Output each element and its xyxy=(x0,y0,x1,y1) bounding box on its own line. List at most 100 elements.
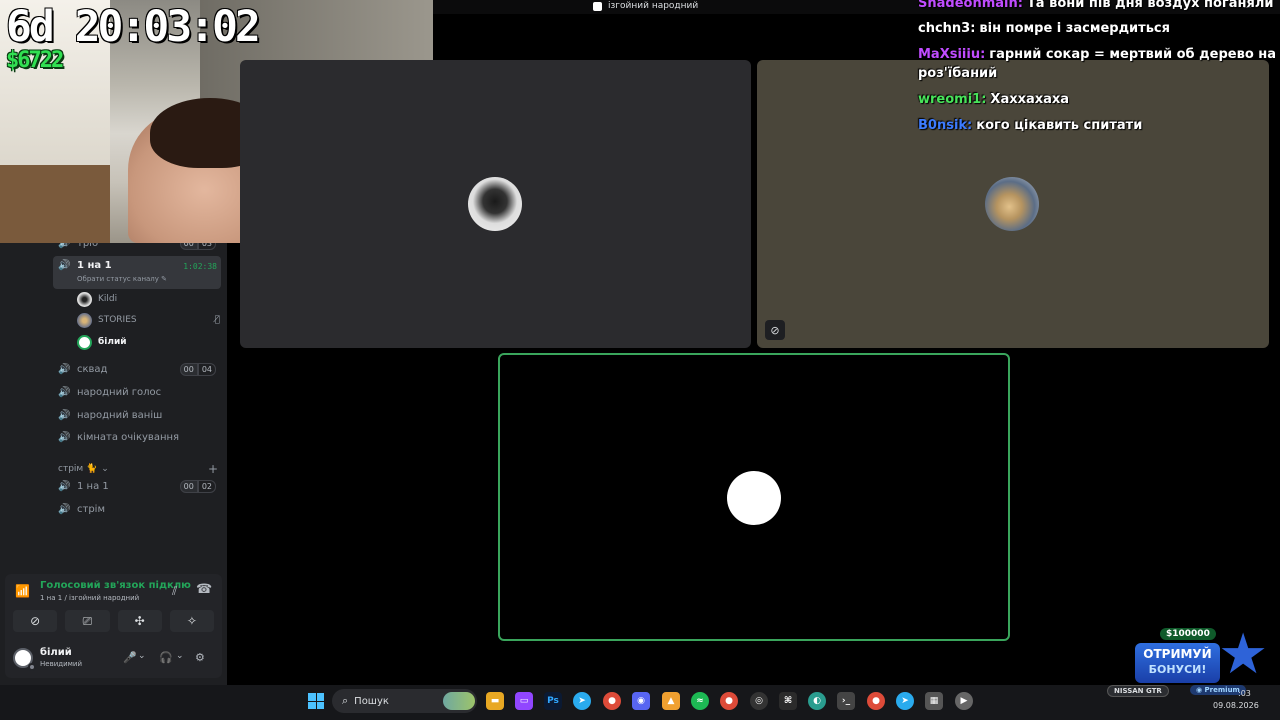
promo-line2: БОНУСИ! xyxy=(1148,663,1207,676)
channel-stream[interactable]: 🔊 стрім xyxy=(58,499,220,519)
speaker-icon: 🔊 xyxy=(58,386,71,398)
channel-narodnyi-vanish[interactable]: 🔊 народний ваніш xyxy=(58,405,220,425)
app-icon[interactable]: ⌘ xyxy=(779,692,797,710)
twitch-icon[interactable]: ▭ xyxy=(515,692,533,710)
bonus-promo-widget[interactable]: $100000 ОТРИМУЙ БОНУСИ! ★ xyxy=(1130,625,1275,685)
photoshop-icon[interactable]: Ps xyxy=(544,692,562,710)
calculator-icon[interactable]: ▦ xyxy=(925,692,943,710)
voice-member-bilyi[interactable]: білий xyxy=(77,333,220,351)
microphone-icon[interactable]: 🎤 xyxy=(123,651,137,664)
fl-studio-icon[interactable]: ▲ xyxy=(662,692,680,710)
channel-label: 1 на 1 xyxy=(77,480,109,492)
screen-share-button[interactable]: ⎚ xyxy=(65,610,110,632)
voice-location[interactable]: 1 на 1 / ізгойний народний xyxy=(40,594,139,602)
chrome-alt-icon[interactable]: ● xyxy=(867,692,885,710)
chat-text: роз'їбаний xyxy=(918,66,998,81)
chat-message: MaXsiiiu: гарний сокар = мертвий об дерев… xyxy=(918,46,1280,64)
speaker-icon: 🔊 xyxy=(58,363,71,375)
voice-member-kildi[interactable]: Kildi xyxy=(77,290,220,308)
voice-action-buttons: ⊘ ⎚ ✣ ✧ xyxy=(5,610,222,640)
count-b: 04 xyxy=(197,362,216,376)
search-icon: ⌕ xyxy=(342,694,349,707)
count-a: 00 xyxy=(179,479,198,493)
terminal-icon[interactable]: ›_ xyxy=(837,692,855,710)
channel-label: 1 на 1 xyxy=(77,260,112,271)
channel-1na1-active[interactable]: 🔊 1 на 1 1:02:38 Обрати статус каналу ✎ xyxy=(53,256,221,289)
channel-status-text: Обрати статус каналу xyxy=(77,275,159,283)
search-highlight-image xyxy=(443,692,475,710)
steam-icon[interactable]: ◎ xyxy=(750,692,768,710)
activities-button[interactable]: ✣ xyxy=(117,610,162,632)
stream-timer: 6d 20:03:02 xyxy=(6,2,261,52)
channel-label: народний ваніш xyxy=(77,409,163,421)
channel-waiting-room[interactable]: 🔊 кімната очікування xyxy=(58,427,220,447)
avatar xyxy=(77,291,92,307)
telegram-alt-icon[interactable]: ➤ xyxy=(896,692,914,710)
clock-date[interactable]: 09.08.2026 xyxy=(1213,701,1259,710)
speaker-icon: 🔊 xyxy=(58,409,71,421)
voice-member-stories[interactable]: STORIES 🎙̸ xyxy=(77,311,220,329)
user-panel: білий Невидимий 🎤 ⌄ 🎧 ⌄ ⚙ xyxy=(5,640,222,678)
taskbar-search[interactable]: ⌕ Пошук xyxy=(332,689,477,713)
speaker-icon: 🔊 xyxy=(58,480,71,492)
speaker-icon: 🔊 xyxy=(58,503,71,515)
disconnect-icon[interactable]: ☎ xyxy=(196,582,212,597)
chevron-down-icon[interactable]: ⌄ xyxy=(138,651,146,661)
chat-message: B0nsik: кого цікавить спитати xyxy=(918,117,1142,135)
count-a: 00 xyxy=(179,362,198,376)
search-placeholder: Пошук xyxy=(354,695,389,707)
participant-avatar xyxy=(985,177,1039,231)
chat-text: гарний сокар = мертвий об дерево на бмв xyxy=(989,47,1280,62)
telegram-icon[interactable]: ➤ xyxy=(573,692,591,710)
channel-label: стрім xyxy=(77,503,105,515)
channel-label: кімната очікування xyxy=(77,431,180,443)
media-player-icon[interactable]: ▶ xyxy=(955,692,973,710)
video-tile-kildi[interactable] xyxy=(240,60,751,348)
category-label: стрім 🐈 xyxy=(58,464,98,474)
channel-narodnyi-holos[interactable]: 🔊 народний голос xyxy=(58,382,220,402)
category-stream[interactable]: стрім 🐈 ⌄ + xyxy=(58,462,218,476)
chat-nick: chchn3: xyxy=(918,21,976,36)
star-logo-icon: ★ xyxy=(1218,622,1269,687)
tray-badge[interactable]: NISSAN GTR xyxy=(1107,685,1169,697)
file-explorer-icon[interactable]: ▬ xyxy=(486,692,504,710)
chat-message-continued: роз'їбаний xyxy=(918,65,997,83)
chevron-down-icon[interactable]: ⌄ xyxy=(176,651,184,661)
channel-skvad[interactable]: 🔊 сквад 00 04 xyxy=(58,359,220,379)
member-name: STORIES xyxy=(98,315,137,325)
chat-nick: wreomi1: xyxy=(918,92,987,107)
user-count-badge: 00 04 xyxy=(179,362,216,376)
user-count-badge: 00 02 xyxy=(179,479,216,493)
chat-message: Shadeonmain: Та вони пів дня воздух поган… xyxy=(918,0,1273,13)
windows-taskbar: ⌕ Пошук ▬ ▭ Ps ➤ ● ◉ ▲ ≈ ● ◎ ⌘ ◐ ›_ ● ➤ … xyxy=(0,685,1280,720)
start-button[interactable] xyxy=(308,693,324,709)
speaker-icon: 🔊 xyxy=(58,260,71,271)
add-channel-icon[interactable]: + xyxy=(208,462,218,476)
camera-off-button[interactable]: ⊘ xyxy=(13,610,58,632)
video-tile-bilyi-speaking[interactable] xyxy=(498,353,1010,641)
channel-sidebar: 🔊 тріо 00 03 🔊 1 на 1 1:02:38 Обрати стат… xyxy=(0,236,227,685)
spotify-icon[interactable]: ≈ xyxy=(691,692,709,710)
promo-amount: $100000 xyxy=(1160,628,1216,640)
headphones-icon[interactable]: 🎧 xyxy=(159,651,173,664)
participant-avatar xyxy=(468,177,522,231)
chat-message: chchn3: він помре і засмердиться xyxy=(918,20,1170,38)
channel-status-link[interactable]: Обрати статус каналу ✎ xyxy=(77,275,167,283)
channel-label: народний голос xyxy=(77,386,162,398)
chat-nick: Shadeonmain: xyxy=(918,0,1023,11)
voice-status[interactable]: Голосовий зв'язок підклю xyxy=(40,580,191,591)
channel-stream-1na1[interactable]: 🔊 1 на 1 00 02 xyxy=(58,476,220,496)
premium-icon: ◉ xyxy=(1196,686,1205,694)
member-name: білий xyxy=(98,337,127,347)
channel-timer: 1:02:38 xyxy=(183,262,217,271)
chrome-profile-icon[interactable]: ● xyxy=(720,692,738,710)
count-b: 02 xyxy=(197,479,216,493)
edge-icon[interactable]: ◐ xyxy=(808,692,826,710)
noise-suppression-icon[interactable]: ⫽ xyxy=(172,584,177,599)
settings-gear-icon[interactable]: ⚙ xyxy=(195,651,205,664)
start-tile xyxy=(308,693,316,701)
clock-time[interactable]: :03 xyxy=(1238,689,1251,698)
chrome-icon[interactable]: ● xyxy=(603,692,621,710)
discord-icon[interactable]: ◉ xyxy=(632,692,650,710)
soundboard-button[interactable]: ✧ xyxy=(169,610,214,632)
